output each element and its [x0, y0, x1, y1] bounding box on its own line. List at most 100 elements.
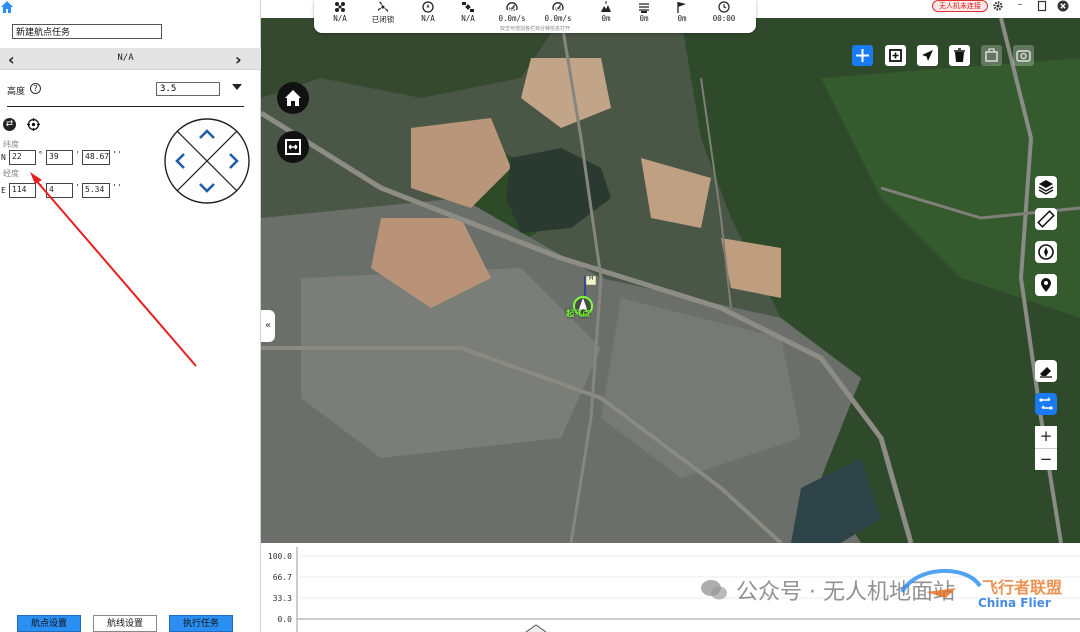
latitude-title: 纬度: [3, 140, 19, 149]
second-symbol: '': [112, 150, 122, 159]
add-area-button[interactable]: [885, 45, 906, 66]
telemetry-value: 0.0m/s: [544, 14, 572, 23]
add-square-icon: [889, 49, 902, 62]
camera-icon: [1016, 50, 1031, 62]
y-tick-label: 100.0: [268, 552, 292, 561]
minimize-button[interactable]: –: [1014, 0, 1026, 12]
send-button[interactable]: [917, 45, 938, 66]
y-tick-label: 0.0: [278, 615, 293, 624]
next-waypoint-button[interactable]: ›: [235, 50, 242, 69]
altitude-label: 高度: [7, 87, 26, 97]
app-window: ‹ N/A › 高度 ? ⇄ 纬度 N 22 ° 39 ' 48.67 '' 经…: [0, 0, 1080, 632]
longitude-hemisphere: E: [1, 186, 6, 195]
telemetry-label: VS: [554, 7, 562, 13]
telemetry-value: 0.0m/s: [498, 14, 526, 23]
trash-icon: [954, 48, 965, 62]
collapse-panel-button[interactable]: «: [261, 310, 275, 342]
telemetry-value: 0m: [601, 14, 611, 23]
direction-pad: [164, 118, 250, 204]
annotation-arrow: [30, 172, 197, 367]
longitude-degrees-input[interactable]: 114: [9, 183, 36, 198]
connection-status-badge[interactable]: 无人机未连接: [932, 0, 988, 12]
drone-icon: [335, 2, 345, 12]
eraser-button[interactable]: [1035, 360, 1057, 382]
compass-button[interactable]: [1035, 241, 1057, 263]
eraser-icon: [1040, 367, 1052, 378]
ruler-icon: [1037, 210, 1055, 228]
map-pin-icon: [1041, 278, 1051, 292]
satellite-imagery: [261, 18, 1080, 543]
minute-symbol: ': [75, 183, 80, 192]
telemetry-value: N/A: [461, 14, 475, 23]
panel-footer: 航点设置 航线设置 执行任务: [0, 615, 261, 632]
altitude-input[interactable]: [156, 82, 220, 96]
measure-button[interactable]: [1035, 208, 1057, 230]
compass-icon: [422, 1, 434, 13]
latitude-seconds-input[interactable]: 48.67: [82, 150, 110, 165]
longitude-seconds-input[interactable]: 5.34: [82, 183, 110, 198]
altitude-chart: 100.0 66.7 33.3 0.0: [261, 543, 1080, 632]
propeller-icon: [378, 2, 388, 12]
add-waypoint-button[interactable]: [852, 45, 873, 66]
zoom-out-button[interactable]: −: [1035, 448, 1057, 470]
minute-symbol: ': [75, 150, 80, 159]
zoom-in-button[interactable]: +: [1035, 426, 1057, 448]
waypoint-settings-button[interactable]: 航点设置: [17, 615, 81, 632]
clear-button[interactable]: [981, 45, 1002, 66]
delete-button[interactable]: [949, 45, 970, 66]
telemetry-value: N/A: [421, 14, 435, 23]
compass-icon: [1038, 244, 1054, 260]
map-home-button[interactable]: [277, 82, 309, 114]
settings-gear-icon[interactable]: [992, 0, 1004, 12]
mission-name-input[interactable]: [12, 24, 162, 39]
telemetry-value: 0m: [677, 14, 687, 23]
height-icon: [639, 3, 649, 13]
satellite-icon: [462, 2, 474, 12]
altitude-dropdown-icon[interactable]: [232, 84, 242, 90]
crosshair-icon[interactable]: [27, 118, 40, 131]
maximize-icon[interactable]: [1036, 0, 1048, 12]
latitude-minutes-input[interactable]: 39: [46, 150, 73, 165]
telemetry-hint: 双击可增加各栏目分钟信息打开: [499, 26, 570, 32]
longitude-title: 经度: [3, 169, 19, 178]
clear-icon: [985, 48, 998, 62]
plus-icon: [856, 49, 869, 62]
map-fit-button[interactable]: [277, 131, 309, 163]
home-icon: [285, 90, 301, 106]
clock-icon: [718, 1, 730, 13]
help-icon[interactable]: ?: [30, 83, 41, 94]
waypoint-label: N/A: [117, 53, 134, 63]
fit-view-icon: [285, 139, 301, 155]
satellite-map[interactable]: + − « H 起飞点: [261, 18, 1080, 543]
locate-button[interactable]: [1035, 274, 1057, 296]
telemetry-value: 00:00: [712, 14, 736, 23]
layers-button[interactable]: [1035, 176, 1057, 198]
capture-button[interactable]: [1013, 45, 1034, 66]
y-tick-label: 33.3: [273, 594, 292, 603]
telemetry-label: HS: [508, 7, 516, 13]
altitude-icon: [601, 1, 611, 12]
close-icon[interactable]: [1057, 0, 1069, 12]
layers-icon: [1038, 180, 1054, 195]
takeoff-label: 起飞点: [566, 309, 590, 318]
route-settings-button[interactable]: 航线设置: [93, 615, 157, 632]
execute-mission-button[interactable]: 执行任务: [169, 615, 233, 632]
app-home-icon[interactable]: [0, 0, 14, 14]
chart-canvas: 100.0 66.7 33.3 0.0: [268, 547, 1080, 632]
telemetry-value: N/A: [333, 14, 347, 23]
y-tick-label: 66.7: [273, 573, 292, 582]
telemetry-value: 已闭锁: [371, 15, 395, 24]
longitude-minutes-input[interactable]: 4: [46, 183, 73, 198]
degree-symbol: °: [38, 183, 43, 192]
degree-symbol: °: [38, 150, 43, 159]
swap-icon[interactable]: ⇄: [3, 118, 16, 131]
divider: [7, 106, 244, 107]
route-icon: [1039, 397, 1053, 410]
latitude-degrees-input[interactable]: 22: [9, 150, 36, 165]
takeoff-flag-text: H: [589, 275, 594, 282]
distance-flag-icon: [677, 2, 686, 13]
second-symbol: '': [112, 183, 122, 192]
route-toggle-button[interactable]: [1035, 393, 1057, 415]
chart-scroll-handle[interactable]: [525, 624, 547, 632]
telemetry-value: 0m: [639, 14, 649, 23]
